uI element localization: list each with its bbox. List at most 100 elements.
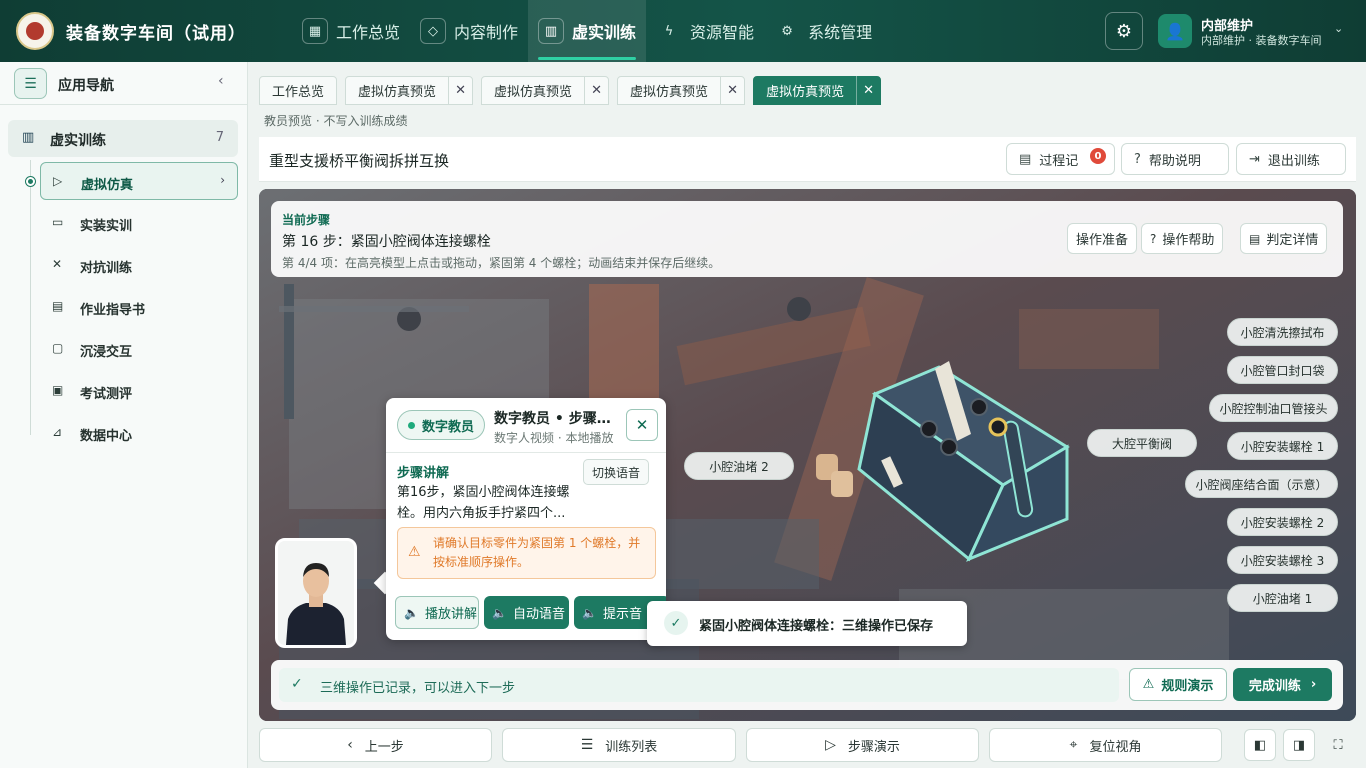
sidebar-item-versus[interactable]: ✕ 对抗训练 [40,246,238,284]
monitor-icon: ▭ [52,215,64,229]
prev-step-button[interactable]: ‹ 上一步 [259,728,492,762]
chevron-right-icon: › [1310,677,1317,692]
play-explain-button[interactable]: 🔈 播放讲解 [395,596,479,629]
tree-line [30,160,31,435]
current-step-card: 当前步骤 第 16 步：紧固小腔阀体连接螺栓 第 4/4 项：在高亮模型上点击或… [271,201,1343,277]
panel-right-icon: ◨ [1292,737,1306,753]
panel-left-button[interactable]: ◧ [1244,729,1276,761]
part-tag-pipe-joint[interactable]: 小腔控制油口管接头 [1209,394,1338,422]
menu-toggle-button[interactable]: ☰ [14,68,47,99]
part-tag-bolt-2[interactable]: 小腔安装螺栓 2 [1227,508,1338,536]
speaker-icon: 🔈 [492,605,507,620]
part-tag-bolt-1[interactable]: 小腔安装螺栓 1 [1227,432,1338,460]
bolt-icon: ϟ [664,23,674,39]
close-icon[interactable]: ✕ [720,76,744,105]
step-demo-button[interactable]: ▷ 步骤演示 [746,728,979,762]
chevron-right-icon: › [220,173,225,187]
judge-details-button[interactable]: ▤ 判定详情 [1240,223,1328,254]
sidebar-item-practical[interactable]: ▭ 实装实训 [40,204,238,242]
tab-sim-preview-4[interactable]: 虚拟仿真预览 ✕ [753,76,882,105]
panel-left-icon: ◧ [1253,737,1267,753]
close-icon[interactable]: ✕ [856,76,880,105]
tab-overview[interactable]: 工作总览 [259,76,338,105]
sidebar-title: 应用导航 [58,78,114,94]
book-icon: ▥ [22,130,35,145]
vr-headset-icon: ▢ [52,341,64,355]
settings-button[interactable]: ⚙ [1105,12,1143,50]
training-list-button[interactable]: ☰ 训练列表 [502,728,736,762]
crosshair-icon: ⌖ [1069,737,1078,753]
nav-overview[interactable]: ▦ 工作总览 [292,0,410,62]
hamburger-icon: ☰ [24,75,37,92]
warning-icon: ⚠ [1142,677,1155,692]
switch-voice-button[interactable]: 切换语音 [583,459,650,485]
part-tag-seal-bag[interactable]: 小腔管口封口袋 [1227,356,1338,384]
close-icon: ✕ [635,416,649,434]
person-icon: ✕ [52,257,63,271]
reset-view-button[interactable]: ⌖ 复位视角 [989,728,1222,762]
gear-icon: ⚙ [1115,20,1133,42]
part-tag-cloth[interactable]: 小腔清洗擦拭布 [1227,318,1338,346]
digital-teacher-pill: 数字教员 [397,410,485,440]
close-icon[interactable]: ✕ [448,76,472,105]
cube-icon: ◇ [420,18,447,44]
help-button[interactable]: ? 帮助说明 [1121,143,1229,175]
speaker-icon: 🔈 [404,605,419,620]
sidebar-item-virtual-sim[interactable]: ▷ 虚拟仿真 › [40,162,238,200]
divider [386,452,666,453]
sidebar-item-immersive[interactable]: ▢ 沉浸交互 [40,330,238,368]
part-tag-seat-face[interactable]: 小腔阀座结合面（示意） [1185,470,1338,498]
digital-teacher-panel: 数字教员 数字教员 • 步骤讲解 数字人视频 · 本地播放 ✕ 步骤讲解 切换语… [386,398,666,640]
play-circle-icon: ▷ [53,174,63,188]
auto-voice-button[interactable]: 🔈 自动语音 [484,596,569,629]
check-icon: ✓ [291,676,303,692]
sidebar-item-guide[interactable]: ▤ 作业指导书 [40,288,238,326]
part-tag-balance-valve[interactable]: 大腔平衡阀 [1087,429,1197,457]
document-icon: ▤ [52,299,64,313]
sidebar-item-data[interactable]: ⊿ 数据中心 [40,414,238,452]
exit-training-button[interactable]: ⇥ 退出训练 [1236,143,1346,175]
nav-content[interactable]: ◇ 内容制作 [410,0,528,62]
user-subtitle: 内部维护 · 装备数字车间 [1201,34,1322,47]
tab-bar: 工作总览 虚拟仿真预览 ✕ 虚拟仿真预览 ✕ 虚拟仿真预览 ✕ 虚拟仿真预览 ✕ [259,76,889,106]
tab-sim-preview-3[interactable]: 虚拟仿真预览 ✕ [617,76,746,105]
user-menu[interactable]: 👤 内部维护 内部维护 · 装备数字车间 ⌄ [1158,12,1348,50]
close-icon[interactable]: ✕ [584,76,608,105]
process-record-button[interactable]: ▤ 过程记 0 [1006,143,1115,175]
step-title: 第 16 步：紧固小腔阀体连接螺栓 [282,234,491,250]
3d-viewport[interactable]: 当前步骤 第 16 步：紧固小腔阀体连接螺栓 第 4/4 项：在高亮模型上点击或… [259,189,1356,721]
step-description: 第 4/4 项：在高亮模型上点击或拖动，紧固第 4 个螺栓；动画结束并保存后继续… [282,256,721,270]
operation-help-button[interactable]: ? 操作帮助 [1141,223,1224,254]
emblem-logo [16,12,54,50]
finish-training-button[interactable]: 完成训练 › [1233,668,1332,701]
nav-resources[interactable]: ϟ 资源智能 [646,0,764,62]
grid-icon: ▦ [302,18,328,44]
digital-teacher-avatar[interactable] [275,538,357,648]
step-explain-text: 第16步，紧固小腔阀体连接螺栓。用内六角扳手拧紧四个... [397,485,570,521]
panel-right-button[interactable]: ◨ [1283,729,1315,761]
status-message: ✓ 三维操作已记录，可以进入下一步 [279,668,1119,702]
toast-text: 紧固小腔阀体连接螺栓：三维操作已保存 [699,619,934,634]
rule-demo-button[interactable]: ⚠ 规则演示 [1129,668,1227,701]
sidebar-item-exam[interactable]: ▣ 考试测评 [40,372,238,410]
operation-prepare-button[interactable]: 操作准备 [1067,223,1138,254]
part-tag-bolt-3[interactable]: 小腔安装螺栓 3 [1227,546,1338,574]
part-tag-oil-plug-2[interactable]: 小腔油堵 2 [684,452,794,480]
speaker-icon: 🔈 [582,605,597,620]
gear-icon: ⚙ [781,23,793,39]
sidebar-group-training[interactable]: ▥ 虚实训练 7 [8,120,238,157]
page-title: 重型支援桥平衡阀拆拼互换 [269,152,450,170]
step-status-bar: ✓ 三维操作已记录，可以进入下一步 ⚠ 规则演示 完成训练 › [271,660,1343,710]
fullscreen-button[interactable]: ⛶ [1322,729,1354,761]
tab-sim-preview-2[interactable]: 虚拟仿真预览 ✕ [481,76,610,105]
book-icon: ▥ [538,18,565,44]
question-circle-icon: ? [1134,151,1141,167]
tab-sim-preview-1[interactable]: 虚拟仿真预览 ✕ [345,76,474,105]
part-tag-oil-plug-1[interactable]: 小腔油堵 1 [1227,584,1338,612]
nav-training[interactable]: ▥ 虚实训练 [528,0,647,62]
status-dot-icon [407,421,415,429]
chevron-left-icon: ‹ [347,737,353,753]
collapse-sidebar-icon[interactable]: ‹ [218,73,224,89]
close-teacher-button[interactable]: ✕ [626,409,658,441]
nav-system[interactable]: ⚙ 系统管理 [764,0,882,62]
